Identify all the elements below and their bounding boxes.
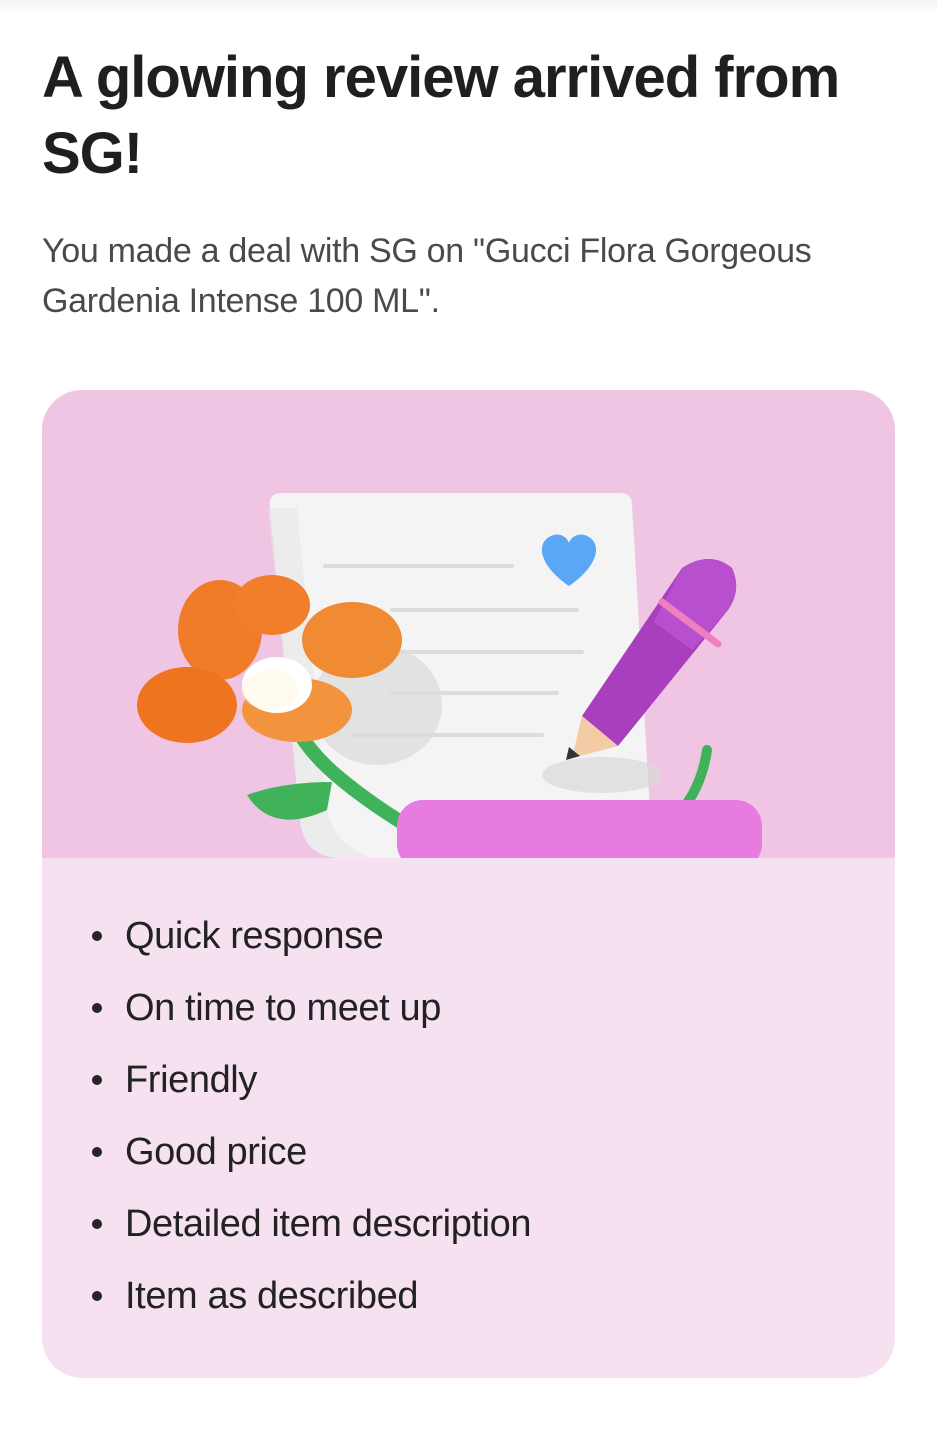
list-item: Detailed item description	[84, 1188, 844, 1260]
review-illustration	[42, 390, 895, 858]
review-traits-list: Quick response On time to meet up Friend…	[84, 900, 844, 1332]
page-title: A glowing review arrived from SG!	[42, 45, 840, 186]
review-card: Quick response On time to meet up Friend…	[42, 390, 895, 1378]
list-item: Good price	[84, 1116, 844, 1188]
bullet-icon	[92, 1291, 102, 1301]
trait-label: Detailed item description	[125, 1203, 532, 1245]
list-item: Quick response	[84, 900, 844, 972]
trait-label: Item as described	[125, 1275, 419, 1317]
bullet-icon	[92, 1219, 102, 1229]
bullet-icon	[92, 931, 102, 941]
trait-label: Good price	[125, 1131, 307, 1173]
trait-label: Quick response	[125, 915, 384, 957]
list-item: Friendly	[84, 1044, 844, 1116]
bullet-icon	[92, 1075, 102, 1085]
trait-label: Friendly	[125, 1059, 257, 1101]
bullet-icon	[92, 1147, 102, 1157]
bullet-icon	[92, 1003, 102, 1013]
base-bar	[397, 800, 762, 858]
top-strip	[0, 0, 937, 14]
list-item: On time to meet up	[84, 972, 844, 1044]
deal-description: You made a deal with SG on "Gucci Flora …	[42, 232, 812, 320]
trait-label: On time to meet up	[125, 987, 441, 1029]
list-item: Item as described	[84, 1260, 844, 1332]
